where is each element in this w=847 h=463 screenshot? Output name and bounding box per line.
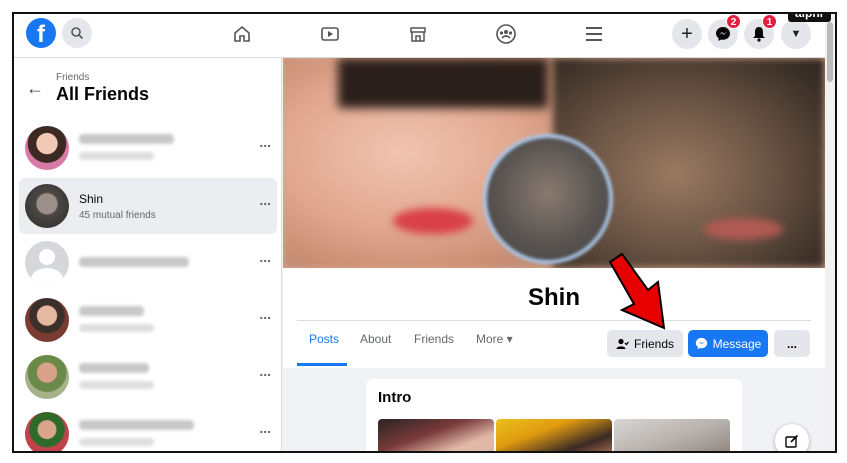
- friend-list-item[interactable]: ...: [19, 349, 277, 405]
- divider: [297, 320, 811, 321]
- browser-frame: f + 2 1 ▼ alphr ← Friends All Friends ..…: [12, 12, 837, 453]
- mutual-friends-count: 45 mutual friends: [79, 210, 156, 221]
- more-options-button[interactable]: ...: [259, 420, 271, 436]
- account-button[interactable]: ▼: [781, 19, 811, 49]
- menu-icon: [586, 27, 602, 41]
- page-scrollbar[interactable]: [825, 14, 835, 451]
- blurred-mutual-friends: [79, 438, 154, 446]
- plus-icon: +: [681, 23, 693, 45]
- nav-watch[interactable]: [319, 23, 341, 45]
- intro-title: Intro: [378, 389, 412, 406]
- watch-icon: [321, 27, 339, 41]
- new-message-button[interactable]: [775, 424, 809, 451]
- profile-header-card: Shin Posts About Friends More ▾ Friends …: [283, 268, 825, 368]
- tab-friends[interactable]: Friends: [414, 332, 454, 346]
- messenger-badge: 2: [726, 14, 741, 29]
- friend-name: Shin: [79, 192, 104, 206]
- profile-more-button[interactable]: ...: [774, 330, 810, 357]
- tab-about[interactable]: About: [360, 332, 391, 346]
- profile-name: Shin: [528, 284, 580, 311]
- scrollbar-thumb[interactable]: [827, 22, 833, 82]
- more-options-button[interactable]: ...: [259, 192, 271, 208]
- active-tab-indicator: [297, 363, 347, 366]
- friends-sidebar: ← Friends All Friends ... Shin 45 mutual…: [14, 58, 282, 451]
- friend-list-item[interactable]: ...: [19, 235, 277, 291]
- profile-picture[interactable]: [483, 134, 613, 264]
- alphr-watermark: alphr: [788, 14, 832, 22]
- messenger-icon: [695, 337, 707, 350]
- featured-photo[interactable]: [614, 419, 730, 451]
- caret-down-icon: ▼: [790, 28, 802, 40]
- default-avatar: [25, 241, 69, 285]
- notifications-badge: 1: [762, 14, 777, 29]
- blurred-name: [79, 363, 149, 373]
- nav-groups[interactable]: [495, 23, 517, 45]
- blurred-mutual-friends: [79, 381, 154, 389]
- top-navigation-bar: f + 2 1 ▼: [14, 14, 835, 58]
- friend-list-item[interactable]: ...: [19, 406, 277, 451]
- bell-icon: [753, 27, 765, 42]
- sidebar-title: All Friends: [56, 84, 150, 104]
- blurred-name: [79, 257, 189, 267]
- blurred-mutual-friends: [79, 324, 154, 332]
- create-button[interactable]: +: [672, 19, 702, 49]
- blurred-name: [79, 306, 144, 316]
- message-button[interactable]: Message: [688, 330, 768, 357]
- facebook-logo[interactable]: f: [26, 18, 56, 48]
- breadcrumb[interactable]: Friends: [56, 72, 89, 83]
- blurred-name: [79, 134, 174, 144]
- profile-main: Shin Posts About Friends More ▾ Friends …: [283, 58, 825, 451]
- friends-button[interactable]: Friends: [607, 330, 683, 357]
- search-icon: [71, 27, 84, 40]
- nav-home[interactable]: [231, 23, 253, 45]
- friend-list-item-selected[interactable]: Shin 45 mutual friends ...: [19, 178, 277, 234]
- friend-list-item[interactable]: ...: [19, 292, 277, 348]
- nav-marketplace[interactable]: [407, 23, 429, 45]
- avatar: [25, 184, 69, 228]
- back-arrow-icon[interactable]: ←: [26, 78, 44, 99]
- compose-icon: [785, 434, 799, 448]
- nav-menu[interactable]: [583, 23, 605, 45]
- more-options-button[interactable]: ...: [259, 363, 271, 379]
- friends-button-label: Friends: [633, 336, 674, 351]
- avatar: [25, 412, 69, 451]
- avatar: [25, 355, 69, 399]
- avatar: [25, 298, 69, 342]
- search-button[interactable]: [62, 18, 92, 48]
- home-icon: [234, 25, 250, 42]
- featured-photo[interactable]: [378, 419, 494, 451]
- tab-posts[interactable]: Posts: [309, 332, 339, 346]
- more-options-button[interactable]: ...: [259, 249, 271, 265]
- more-options-button[interactable]: ...: [259, 306, 271, 322]
- red-arrow-annotation: [608, 252, 666, 330]
- groups-icon: [496, 24, 516, 44]
- blurred-mutual-friends: [79, 152, 154, 160]
- message-button-label: Message: [712, 336, 762, 351]
- messenger-icon: [716, 27, 730, 41]
- friend-check-icon: [616, 338, 629, 349]
- blurred-name: [79, 420, 194, 430]
- marketplace-icon: [410, 27, 426, 42]
- friend-list-item[interactable]: ...: [19, 120, 277, 176]
- intro-card: Intro: [366, 379, 742, 451]
- featured-photo[interactable]: [496, 419, 612, 451]
- more-options-button[interactable]: ...: [259, 134, 271, 150]
- avatar: [25, 126, 69, 170]
- tab-more[interactable]: More ▾: [476, 332, 513, 346]
